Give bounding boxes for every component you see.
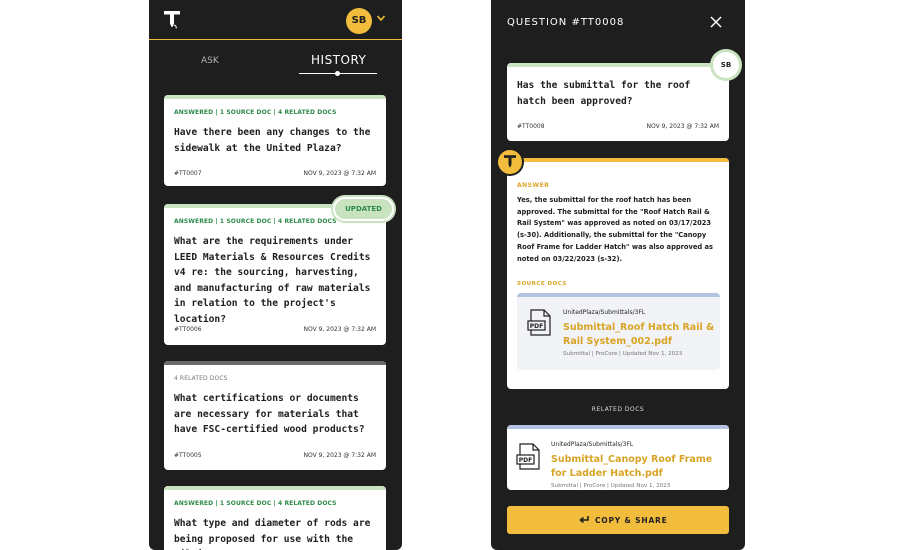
question-card: Has the submittal for the roof hatch bee… (507, 63, 729, 141)
source-doc[interactable]: PDF UnitedPlaza/Submittals/3FL Submittal… (517, 293, 720, 370)
answer-card: ANSWER Yes, the submittal for the roof h… (507, 158, 729, 389)
doc-path: UnitedPlaza/Submittals/3FL (551, 441, 634, 448)
card-date: NOV 9, 2023 @ 7:32 AM (303, 452, 377, 459)
related-doc[interactable]: PDF UnitedPlaza/Submittals/3FL Submittal… (507, 425, 729, 490)
pdf-file-icon: PDF (527, 309, 551, 336)
history-card[interactable]: ANSWERED | 1 SOURCE DOC | 4 RELATED DOCS… (164, 486, 386, 550)
app-logo-icon (504, 155, 516, 168)
card-date: NOV 9, 2023 @ 7:32 AM (646, 123, 720, 130)
card-id: #TT0008 (517, 123, 545, 130)
doc-path: UnitedPlaza/Submittals/3FL (563, 309, 646, 316)
tab-history[interactable]: HISTORY (311, 53, 366, 67)
related-docs-label: RELATED DOCS (591, 406, 645, 413)
app-header: SB (149, 0, 402, 40)
doc-meta: Submittal | ProCore | Updated Nov 1, 202… (563, 351, 683, 357)
updated-badge: UPDATED (333, 197, 394, 221)
answer-text: Yes, the submittal for the roof hatch ha… (517, 196, 714, 263)
card-id: #TT0007 (174, 170, 202, 177)
card-id: #TT0006 (174, 326, 202, 333)
svg-text:PDF: PDF (519, 457, 532, 464)
tab-bar: ASK HISTORY (149, 40, 402, 82)
assistant-avatar (498, 150, 522, 174)
card-meta: ANSWERED | 1 SOURCE DOC | 4 RELATED DOCS (174, 109, 337, 116)
svg-text:PDF: PDF (530, 323, 543, 330)
card-meta: ANSWERED | 1 SOURCE DOC | 4 RELATED DOCS (174, 218, 337, 225)
share-arrow-icon (579, 516, 589, 524)
tab-ask[interactable]: ASK (201, 56, 219, 66)
source-docs-label: SOURCE DOCS (517, 281, 567, 287)
history-card[interactable]: 4 RELATED DOCS What certifications or do… (164, 361, 386, 470)
answer-label: ANSWER (517, 182, 550, 189)
copy-share-button[interactable]: COPY & SHARE (507, 506, 729, 534)
page-title: QUESTION #TT0008 (507, 17, 625, 28)
card-question: Have there been any changes to the sidew… (174, 127, 371, 154)
card-date: NOV 9, 2023 @ 7:32 AM (303, 170, 377, 177)
chevron-down-icon[interactable] (376, 13, 386, 23)
pdf-file-icon: PDF (516, 443, 540, 470)
active-tab-dot (335, 71, 340, 76)
card-id: #TT0005 (174, 452, 202, 459)
doc-meta: Submittal | ProCore | Updated Nov 1, 202… (551, 483, 671, 489)
question-detail-screen: QUESTION #TT0008 Has the submittal for t… (491, 0, 745, 550)
avatar[interactable]: SB (346, 8, 372, 34)
question-text: Has the submittal for the roof hatch bee… (517, 80, 691, 107)
history-card[interactable]: ANSWERED | 1 SOURCE DOC | 4 RELATED DOCS… (164, 197, 394, 345)
card-question: What type and diameter of rods are being… (174, 518, 371, 550)
history-card[interactable]: ANSWERED | 1 SOURCE DOC | 4 RELATED DOCS… (164, 95, 386, 186)
close-icon[interactable] (710, 16, 722, 28)
card-question: What are the requirements under LEED Mat… (174, 236, 371, 325)
user-avatar: SB (713, 52, 739, 78)
copy-share-label: COPY & SHARE (595, 516, 668, 525)
doc-name-link[interactable]: Submittal_Roof Hatch Rail & Rail System_… (563, 321, 718, 349)
card-question: What certifications or documents are nec… (174, 393, 365, 435)
card-meta: 4 RELATED DOCS (174, 375, 228, 382)
card-meta: ANSWERED | 1 SOURCE DOC | 4 RELATED DOCS (174, 500, 337, 507)
app-logo-icon (164, 11, 180, 29)
card-date: NOV 9, 2023 @ 7:32 AM (303, 326, 377, 333)
history-screen: SB ASK HISTORY ANSWERED | 1 SOURCE DOC |… (149, 0, 402, 550)
doc-name-link[interactable]: Submittal_Canopy Roof Frame for Ladder H… (551, 453, 721, 481)
